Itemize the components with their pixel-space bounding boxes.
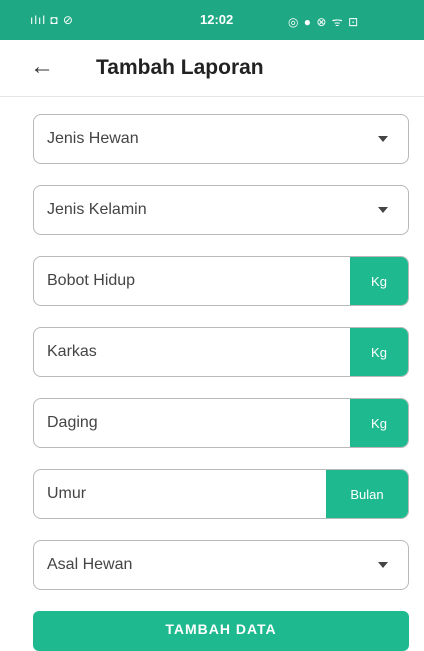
jenis-kelamin-label: Jenis Kelamin <box>47 201 147 218</box>
page-title: Tambah Laporan <box>96 56 264 79</box>
dropdown-arrow-icon <box>378 207 388 213</box>
umur-input[interactable]: Umur Bulan <box>33 469 409 519</box>
status-bar: ılıl ◘ ⊘ 12:02 ◎ ● ⊗ ᯤ ⊡ <box>0 0 424 40</box>
umur-placeholder: Umur <box>47 485 87 502</box>
dropdown-arrow-icon <box>378 562 388 568</box>
karkas-input[interactable]: Karkas Kg <box>33 327 409 377</box>
status-icons-left: ılıl ◘ ⊘ <box>30 13 74 27</box>
umur-unit-badge: Bulan <box>326 470 408 518</box>
back-arrow-icon[interactable]: ← <box>30 53 58 81</box>
daging-unit-badge: Kg <box>350 399 408 447</box>
bobot-hidup-unit-badge: Kg <box>350 257 408 305</box>
jenis-kelamin-dropdown[interactable]: Jenis Kelamin <box>33 185 409 235</box>
karkas-unit-badge: Kg <box>350 328 408 376</box>
karkas-placeholder: Karkas <box>47 343 97 360</box>
dropdown-arrow-icon <box>378 136 388 142</box>
bobot-hidup-input[interactable]: Bobot Hidup Kg <box>33 256 409 306</box>
status-time: 12:02 <box>200 12 234 27</box>
status-icons-right: ◎ ● ⊗ ᯤ ⊡ <box>288 15 360 29</box>
daging-input[interactable]: Daging Kg <box>33 398 409 448</box>
asal-hewan-label: Asal Hewan <box>47 556 133 573</box>
asal-hewan-dropdown[interactable]: Asal Hewan <box>33 540 409 590</box>
bobot-hidup-placeholder: Bobot Hidup <box>47 272 136 289</box>
jenis-hewan-label: Jenis Hewan <box>47 130 139 147</box>
daging-placeholder: Daging <box>47 414 98 431</box>
jenis-hewan-dropdown[interactable]: Jenis Hewan <box>33 114 409 164</box>
tambah-data-button[interactable]: TAMBAH DATA <box>33 611 409 651</box>
app-bar: ← Tambah Laporan <box>0 40 424 97</box>
